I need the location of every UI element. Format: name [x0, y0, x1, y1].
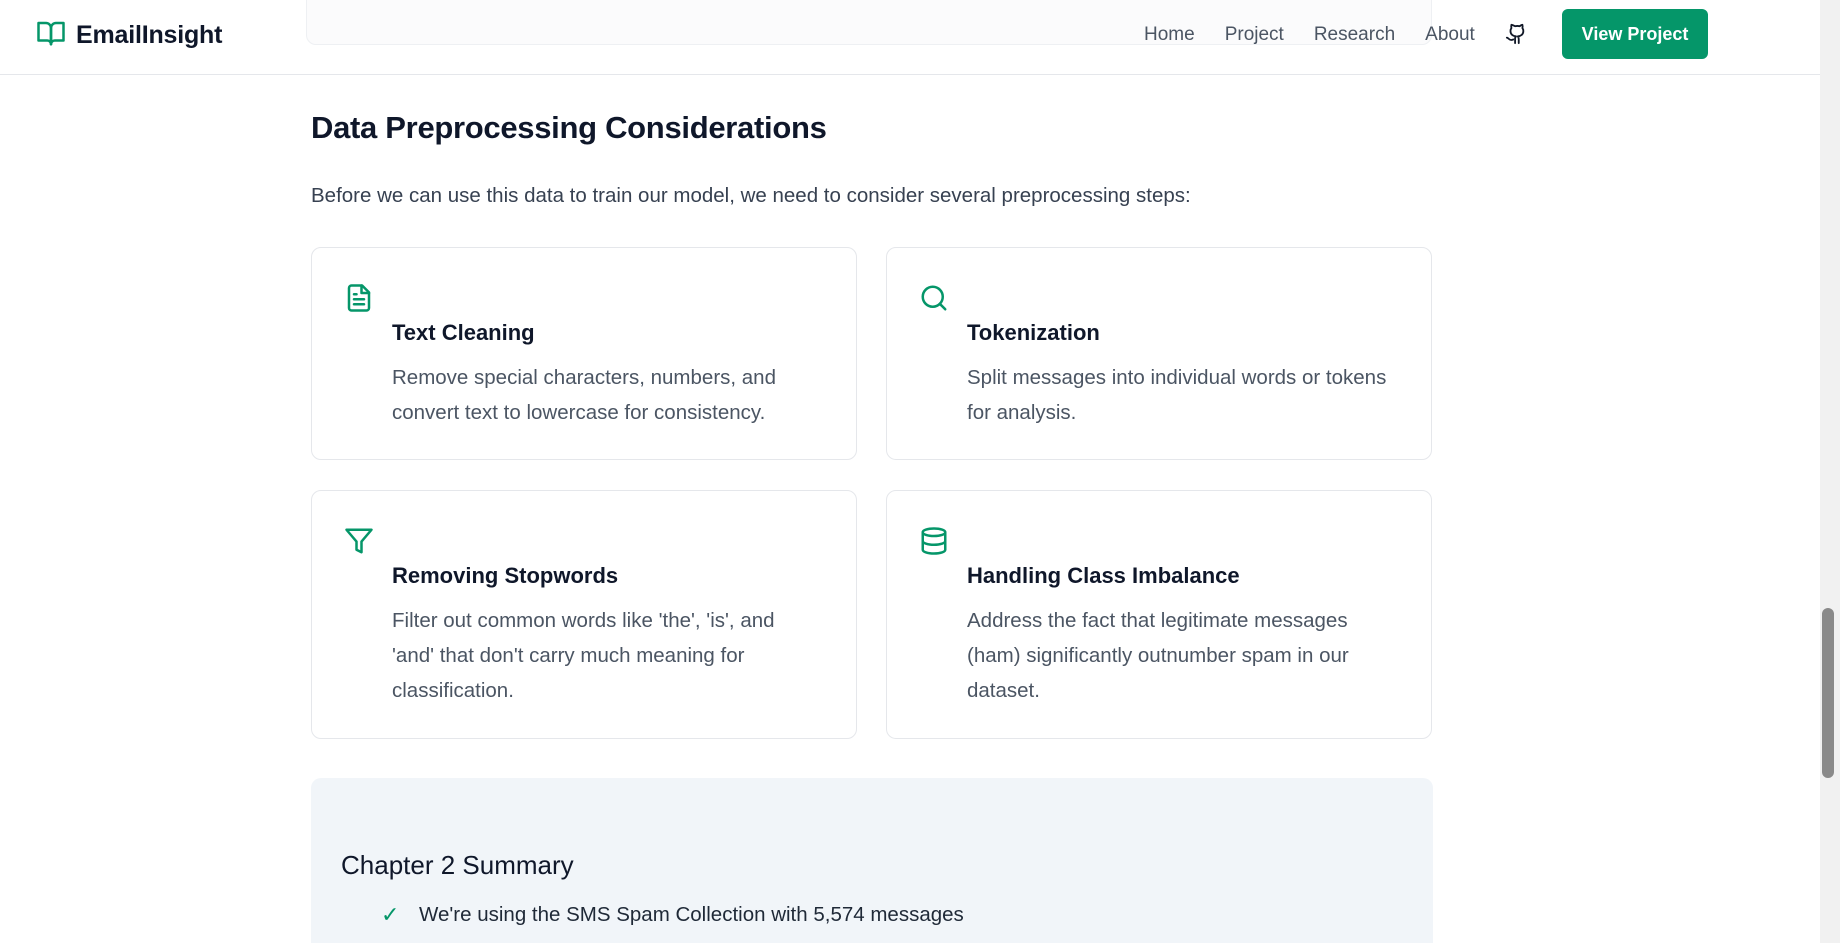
brand-logo-link[interactable]: EmailInsight [36, 18, 222, 52]
document-icon [344, 283, 374, 313]
summary-item-text: We're using the SMS Spam Collection with… [419, 903, 964, 926]
card-description: Split messages into individual words or … [967, 366, 1387, 424]
brand-name: EmailInsight [76, 20, 223, 49]
nav-project[interactable]: Project [1225, 24, 1284, 46]
card-description: Address the fact that legitimate message… [967, 609, 1349, 702]
database-icon [919, 526, 949, 556]
filter-icon [344, 526, 374, 556]
page: EmailInsight Home Project Research About… [0, 0, 1840, 943]
github-icon[interactable] [1504, 22, 1528, 46]
card-title: Removing Stopwords [392, 563, 619, 588]
card-removing-stopwords: Removing Stopwords Filter out common wor… [311, 490, 857, 739]
nav-research[interactable]: Research [1314, 24, 1395, 46]
section-title: Data Preprocessing Considerations [311, 110, 827, 145]
card-description: Remove special characters, numbers, and … [392, 366, 776, 424]
card-title: Tokenization [967, 320, 1100, 345]
summary-title: Chapter 2 Summary [341, 850, 574, 880]
summary-list-item: ✓ We're using the SMS Spam Collection wi… [381, 902, 964, 928]
checkmark-icon: ✓ [381, 902, 400, 927]
main-nav: Home Project Research About [1144, 20, 1505, 50]
site-header: EmailInsight Home Project Research About… [0, 0, 1820, 75]
scrollbar-track[interactable] [1820, 0, 1840, 943]
card-text-cleaning: Text Cleaning Remove special characters,… [311, 247, 857, 460]
card-title: Text Cleaning [392, 320, 535, 345]
card-handling-class-imbalance: Handling Class Imbalance Address the fac… [886, 490, 1432, 739]
card-tokenization: Tokenization Split messages into individ… [886, 247, 1432, 460]
view-project-button[interactable]: View Project [1562, 9, 1708, 59]
scrollbar-thumb[interactable] [1822, 608, 1834, 778]
section-intro: Before we can use this data to train our… [311, 184, 1191, 207]
chapter-summary-box: Chapter 2 Summary ✓ We're using the SMS … [311, 778, 1433, 943]
search-icon [919, 283, 949, 313]
nav-home[interactable]: Home [1144, 24, 1195, 46]
nav-about[interactable]: About [1425, 24, 1475, 46]
open-book-icon [36, 18, 66, 53]
card-title: Handling Class Imbalance [967, 563, 1240, 588]
card-description: Filter out common words like 'the', 'is'… [392, 609, 775, 702]
